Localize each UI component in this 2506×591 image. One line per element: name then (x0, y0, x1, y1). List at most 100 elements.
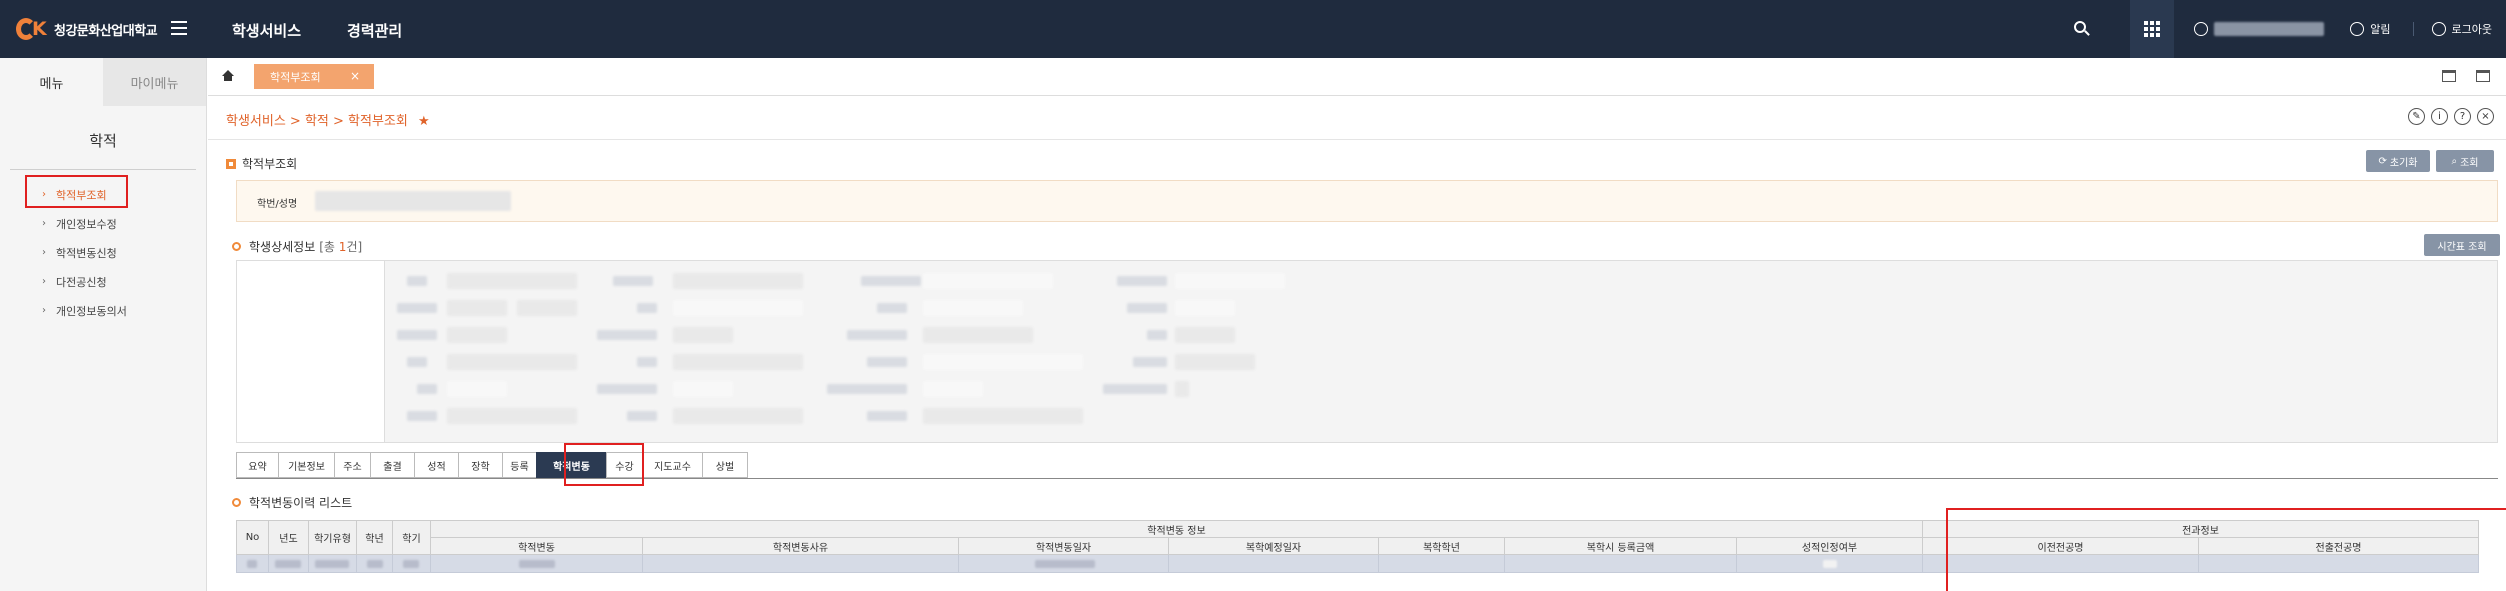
redacted-value (1823, 560, 1837, 568)
user-info[interactable] (2194, 22, 2325, 36)
redacted-field (517, 300, 577, 316)
redacted-field (1127, 303, 1167, 313)
cell-redacted (268, 554, 309, 573)
sidebar: 메뉴 마이메뉴 학적 › 학적부조회 › 개인정보수정 › 학적변동신청 › 다… (0, 58, 207, 591)
detail-title: 학생상세정보 [총 1건] (232, 238, 362, 255)
hamburger-menu-icon[interactable] (171, 21, 187, 35)
search-label: 학번/성명 (257, 199, 298, 210)
redacted-field (673, 327, 733, 343)
tab-awards[interactable]: 상벌 (702, 452, 748, 478)
timetable-button[interactable]: 시간표 조회 (2424, 234, 2500, 256)
tab-advisor[interactable]: 지도교수 (642, 452, 702, 478)
tab-scholarship[interactable]: 장학 (458, 452, 502, 478)
redacted-field (597, 330, 657, 340)
redacted-value (315, 560, 349, 568)
redacted-field (1175, 354, 1255, 370)
redacted-field (1117, 276, 1167, 286)
sidebar-item-multi-major[interactable]: › 다전공신청 (0, 267, 206, 296)
page-tab-record-inquiry[interactable]: 학적부조회 × (254, 64, 374, 89)
new-window-icon[interactable] (2442, 70, 2456, 82)
close-circle-icon[interactable]: × (2477, 108, 2494, 125)
nav-student-service[interactable]: 학생서비스 (232, 20, 301, 41)
redacted-field (447, 354, 577, 370)
tab-my-menu[interactable]: 마이메뉴 (103, 58, 206, 106)
redacted-field (867, 411, 907, 421)
favorite-star-icon[interactable]: ★ (418, 114, 430, 129)
col-credit-recognized: 성적인정여부 (1736, 537, 1923, 555)
redacted-field (447, 300, 507, 316)
logout-button[interactable]: 로그아웃 (2431, 21, 2492, 37)
logout-label: 로그아웃 (2451, 23, 2492, 36)
redacted-field (613, 276, 653, 286)
section-title-text: 학적부조회 (242, 157, 298, 171)
redacted-field (397, 330, 437, 340)
redacted-field (673, 300, 803, 316)
settings-window-icon[interactable] (2476, 70, 2490, 82)
redacted-field (923, 273, 1053, 289)
breadcrumb: 학생서비스 > 학적 > 학적부조회 ★ (226, 110, 430, 129)
student-search-input[interactable] (315, 191, 511, 211)
redacted-value (519, 560, 555, 568)
sidebar-title: 학적 (89, 132, 117, 150)
count-prefix: [총 (319, 240, 339, 254)
sidebar-item-record-change-request[interactable]: › 학적변동신청 (0, 238, 206, 267)
tab-summary[interactable]: 요약 (236, 452, 278, 478)
redacted-field (673, 354, 803, 370)
divider (2412, 22, 2414, 36)
redacted-value (367, 560, 383, 568)
redacted-field (923, 300, 1023, 316)
col-record-change: 학적변동 (430, 537, 643, 555)
logo[interactable]: K 청강문화산업대학교 (16, 18, 158, 40)
page-tools: ✎ i ? × (2408, 108, 2494, 125)
sidebar-tabs: 메뉴 마이메뉴 (0, 58, 206, 106)
redacted-value (1035, 560, 1095, 568)
sidebar-item-personal-info-edit[interactable]: › 개인정보수정 (0, 209, 206, 238)
search-button-label: 조회 (2460, 157, 2479, 169)
search-button[interactable]: ⌕ 조회 (2436, 150, 2494, 172)
redacted-value (403, 560, 419, 568)
redacted-field (407, 357, 427, 367)
reset-button-label: 초기화 (2389, 157, 2418, 169)
search-icon[interactable] (2074, 21, 2091, 37)
nav-career[interactable]: 경력관리 (347, 20, 402, 41)
close-icon[interactable]: × (350, 69, 360, 83)
chevron-right-icon: › (42, 218, 46, 229)
reset-button[interactable]: ⟳ 초기화 (2366, 150, 2430, 172)
breadcrumb-text[interactable]: 학생서비스 > 학적 > 학적부조회 (226, 114, 408, 129)
redacted-field (1175, 273, 1285, 289)
redacted-field (417, 384, 437, 394)
tab-registration[interactable]: 등록 (502, 452, 536, 478)
redacted-field (673, 408, 803, 424)
tab-grades[interactable]: 성적 (414, 452, 458, 478)
history-title: 학적변동이력 리스트 (232, 494, 352, 511)
col-change-reason: 학적변동사유 (642, 537, 959, 555)
cell-empty (1504, 554, 1737, 573)
tab-menu[interactable]: 메뉴 (0, 58, 103, 106)
sidebar-item-privacy-consent[interactable]: › 개인정보동의서 (0, 296, 206, 325)
col-return-due-date: 복학예정일자 (1168, 537, 1379, 555)
breadcrumb-row: 학생서비스 > 학적 > 학적부조회 ★ ✎ i ? × (208, 96, 2506, 140)
tab-attendance[interactable]: 출결 (370, 452, 414, 478)
logout-icon (2431, 22, 2446, 36)
edit-icon[interactable]: ✎ (2408, 108, 2425, 125)
tab-address[interactable]: 주소 (334, 452, 370, 478)
redacted-field (447, 273, 577, 289)
tab-basic-info[interactable]: 기본정보 (278, 452, 334, 478)
redacted-field (923, 327, 1033, 343)
help-icon[interactable]: ? (2454, 108, 2471, 125)
redacted-field (1147, 330, 1167, 340)
redacted-field (673, 381, 733, 397)
redacted-value (247, 560, 257, 568)
info-icon[interactable]: i (2431, 108, 2448, 125)
page-tab-label: 학적부조회 (270, 70, 321, 84)
apps-button[interactable] (2130, 0, 2175, 58)
top-bar: K 청강문화산업대학교 학생서비스 경력관리 알림 로그아웃 (0, 0, 2506, 58)
redacted-field (923, 354, 1083, 370)
alarm-button[interactable]: 알림 (2350, 21, 2391, 37)
page-tab-bar: 학적부조회 × (208, 58, 2506, 96)
search-panel: 학번/성명 (236, 180, 2498, 222)
top-bar-right: 알림 로그아웃 (2074, 0, 2506, 58)
sidebar-item-label: 다전공신청 (56, 275, 107, 289)
home-icon[interactable] (222, 70, 234, 82)
redacted-field (627, 411, 657, 421)
